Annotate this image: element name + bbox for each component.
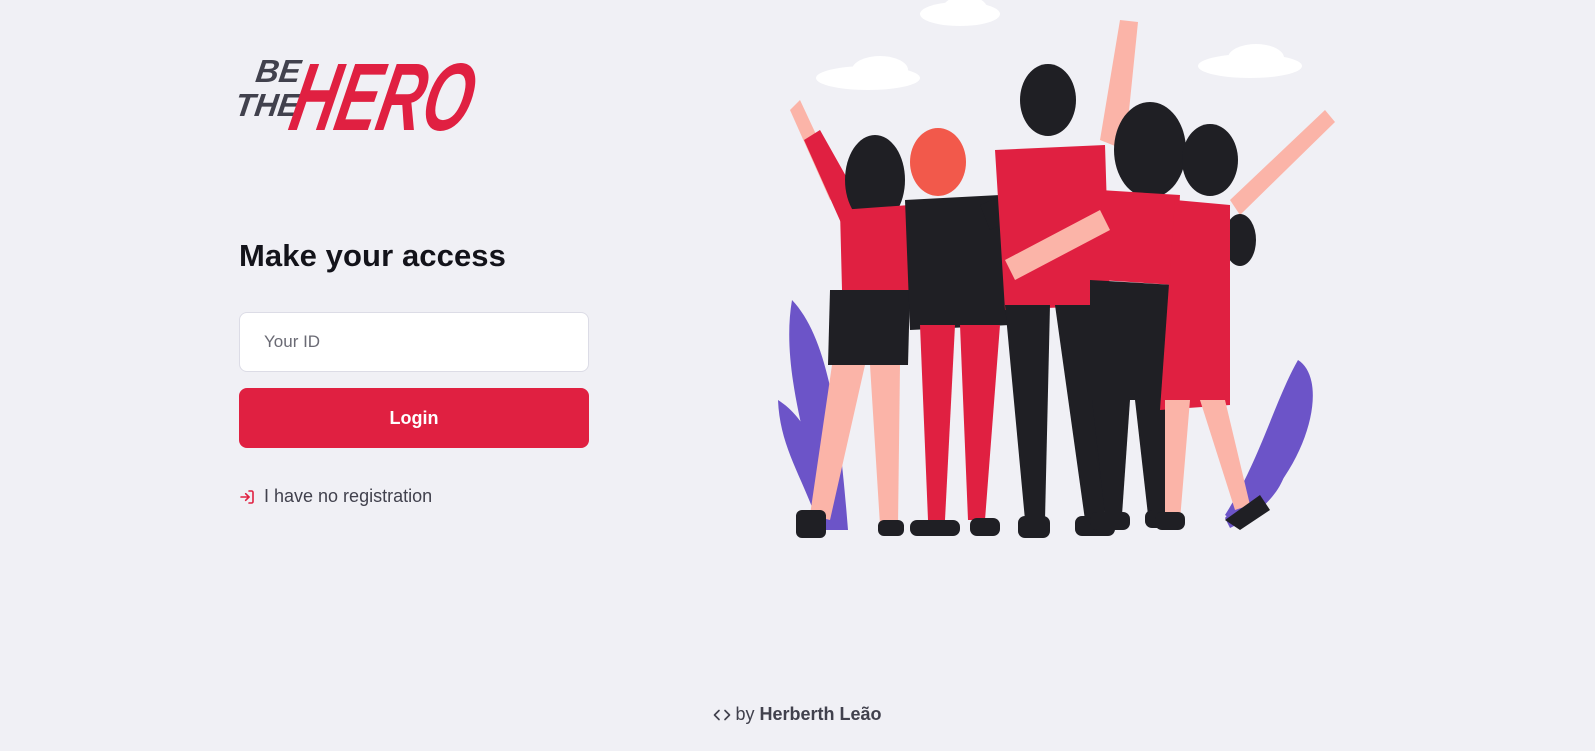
footer: by Herberth Leão (0, 704, 1595, 725)
be-the-hero-logo: BE THE HERO BE THE HERO (238, 30, 490, 140)
footer-author-link[interactable]: Herberth Leão (760, 704, 882, 724)
footer-by-text: by (735, 704, 755, 724)
log-in-icon (239, 489, 255, 505)
register-link-label: I have no registration (264, 486, 433, 506)
register-link[interactable]: I have no registration (239, 486, 432, 507)
code-icon (713, 708, 731, 722)
group-of-friends-illustration (770, 0, 1370, 560)
login-button[interactable]: Login (239, 388, 589, 448)
page-title: Make your access (239, 238, 506, 273)
logo-hero-text: HERO (282, 43, 485, 140)
id-input[interactable] (239, 312, 589, 372)
logon-page: BE THE HERO BE THE HERO Make your access… (0, 0, 1595, 751)
